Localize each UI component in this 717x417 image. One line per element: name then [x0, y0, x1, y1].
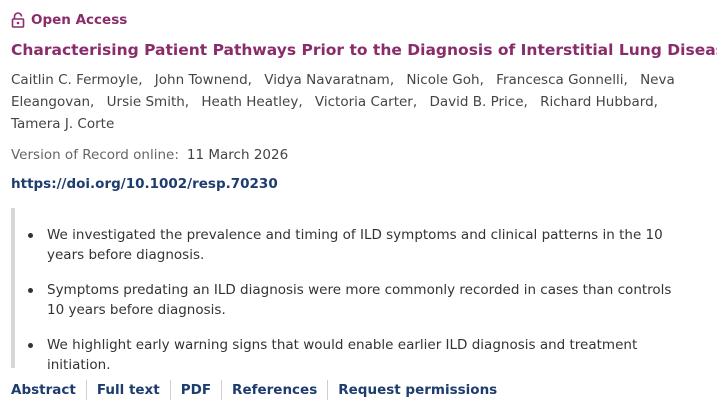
bullet-icon [28, 343, 33, 348]
article-links: Abstract Full text PDF References Reques… [11, 379, 507, 401]
abstract-link[interactable]: Abstract [11, 380, 86, 400]
list-item: We highlight early warning signs that wo… [15, 335, 685, 375]
key-points: We investigated the prevalence and timin… [11, 208, 693, 373]
author-link[interactable]: Nicole Goh, [406, 72, 483, 88]
author-link[interactable]: Victoria Carter, [315, 94, 417, 110]
open-access-badge: Open Access [11, 10, 711, 30]
bullet-icon [28, 288, 33, 293]
references-link[interactable]: References [221, 380, 327, 400]
author-list: Caitlin C. Fermoyle, John Townend, Vidya… [11, 69, 701, 135]
full-text-link[interactable]: Full text [85, 380, 170, 400]
author-link[interactable]: Tamera J. Corte [11, 116, 114, 132]
author-link[interactable]: Richard Hubbard, [540, 94, 658, 110]
author-link[interactable]: David B. Price, [429, 94, 527, 110]
bullet-icon [28, 233, 33, 238]
doi-link[interactable]: https://doi.org/10.1002/resp.70230 [11, 174, 278, 194]
author-link[interactable]: Caitlin C. Fermoyle, [11, 72, 143, 88]
list-item: Symptoms predating an ILD diagnosis were… [15, 280, 685, 320]
vor-label: Version of Record online: [11, 147, 179, 163]
highlight-text: We investigated the prevalence and timin… [47, 227, 663, 263]
open-access-label: Open Access [31, 12, 128, 28]
open-lock-icon [11, 12, 25, 28]
request-permissions-link[interactable]: Request permissions [327, 380, 507, 400]
author-link[interactable]: John Townend, [155, 72, 252, 88]
version-of-record: Version of Record online: 11 March 2026 [11, 145, 711, 165]
article-title-link[interactable]: Characterising Patient Pathways Prior to… [11, 39, 717, 61]
author-link[interactable]: Francesca Gonnelli, [496, 72, 628, 88]
highlight-text: We highlight early warning signs that wo… [47, 337, 638, 373]
pdf-link[interactable]: PDF [169, 380, 221, 400]
author-link[interactable]: Vidya Navaratnam, [264, 72, 394, 88]
author-link[interactable]: Ursie Smith, [107, 94, 189, 110]
vor-date: 11 March 2026 [186, 147, 289, 163]
author-link[interactable]: Heath Heatley, [201, 94, 302, 110]
article-summary: Open Access Characterising Patient Pathw… [11, 10, 717, 194]
highlight-text: Symptoms predating an ILD diagnosis were… [47, 282, 672, 318]
list-item: We investigated the prevalence and timin… [15, 225, 685, 265]
